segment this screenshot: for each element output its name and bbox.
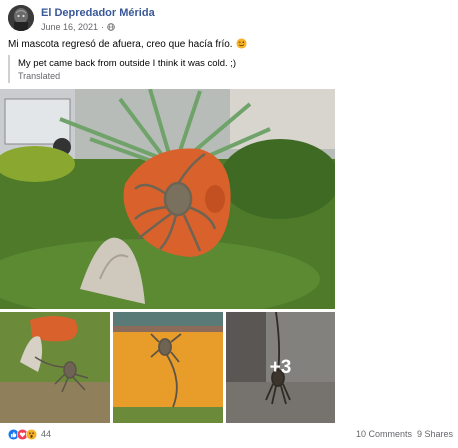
page-avatar[interactable]	[8, 5, 34, 31]
translated-text: My pet came back from outside I think it…	[18, 58, 237, 69]
post-header: El Depredador Mérida June 16, 2021 ·	[8, 5, 448, 33]
thumbnail-photo-3[interactable]: +3	[226, 312, 335, 423]
comments-count-link[interactable]: 10 Comments	[356, 428, 412, 440]
wow-icon	[26, 428, 37, 440]
main-photo[interactable]	[0, 89, 335, 309]
translated-label[interactable]: Translated	[18, 71, 60, 81]
post-text: Mi mascota regresó de afuera, creo que h…	[8, 38, 247, 50]
reactions-summary[interactable]: 44	[8, 428, 51, 440]
post-date[interactable]: June 16, 2021	[41, 22, 98, 32]
winking-face-emoji	[236, 38, 247, 49]
reaction-count: 44	[41, 429, 52, 439]
more-photos-overlay[interactable]: +3	[226, 312, 335, 423]
translation-box: My pet came back from outside I think it…	[8, 55, 448, 83]
post-meta: June 16, 2021 ·	[41, 22, 115, 32]
globe-icon	[107, 23, 115, 31]
engagement-counts: 10 Comments 9 Shares	[356, 428, 453, 440]
page-name-link[interactable]: El Depredador Mérida	[41, 7, 155, 19]
shares-count-link[interactable]: 9 Shares	[417, 428, 453, 440]
thumbnail-photo-1[interactable]	[0, 312, 110, 423]
photo-grid: +3	[0, 89, 335, 423]
post-message: Mi mascota regresó de afuera, creo que h…	[8, 39, 233, 50]
thumbnail-photo-2[interactable]	[113, 312, 223, 423]
post-footer: 44 10 Comments 9 Shares	[8, 428, 456, 442]
